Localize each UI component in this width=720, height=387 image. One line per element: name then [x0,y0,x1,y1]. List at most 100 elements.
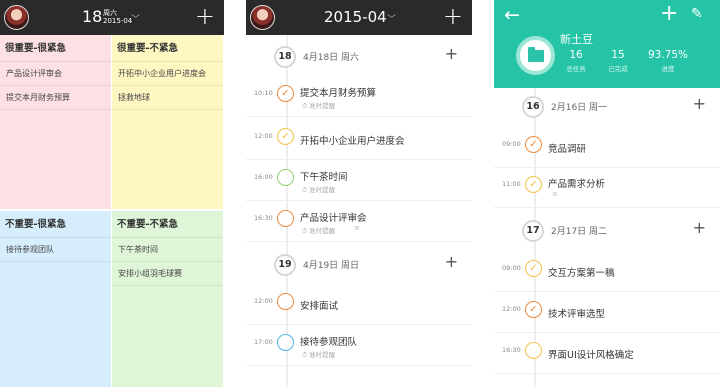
task-row[interactable]: 09:00 ✓ 交互方案第一稿 [494,252,720,292]
avatar[interactable] [4,5,29,30]
quadrant-title: 很重要-不紧急 [112,35,223,62]
reminder-label: ⏱ 准时提醒 [302,351,336,359]
task-time: 09:00 [502,140,521,148]
task-checkbox[interactable] [277,169,294,186]
task-checkbox[interactable]: ✓ [277,85,294,102]
project-name: 新土豆 [560,33,593,46]
list-item[interactable]: 产品设计评审会 [0,62,111,86]
task-checkbox[interactable]: ✓ [525,176,542,193]
note-icon: ≡ [354,224,360,232]
reminder-label: ⏱ 准时提醒 [302,227,336,235]
add-task-button[interactable]: + [660,2,678,26]
reminder-label: ⏱ 准时提醒 [302,186,336,194]
list-item[interactable]: 开拓中小企业用户进度会 [112,62,223,86]
list-item[interactable]: 下午茶时间 [112,238,223,262]
task-title: 产品设计评审会 [300,213,367,224]
chevron-down-icon[interactable]: ﹀ [131,12,140,25]
reminder-label: ⏱ 准时提醒 [302,102,336,110]
day-number: 18 [274,46,296,68]
list-item[interactable]: 提交本月财务预算 [0,86,111,110]
stat-progress: 93.75% 进度 [647,49,689,73]
stat-total: 16 总任务 [566,49,586,73]
task-row[interactable]: 12:00 安排面试 [246,285,472,325]
quadrant-important-urgent[interactable]: 很重要-很紧急 产品设计评审会 提交本月财务预算 [0,35,111,209]
task-title: 下午茶时间 [300,172,348,183]
task-row[interactable]: 12:00 ✓ 开拓中小企业用户进度会 [246,120,472,160]
quadrant-not-important-urgent[interactable]: 不重要-很紧急 接待参观团队 [0,209,111,387]
day-header: 18 4月18日 周六 + [246,42,472,70]
list-item[interactable]: 安排小组羽毛球赛 [112,262,223,286]
add-day-task-button[interactable]: + [445,44,458,63]
day-number: 16 [522,96,544,118]
task-time: 09:00 [502,264,521,272]
add-task-button[interactable]: + [443,4,463,28]
task-checkbox[interactable] [277,210,294,227]
day-label: 2月17日 周二 [551,227,608,237]
folder-icon [516,36,555,75]
task-row[interactable]: 17:00 接待参观团队 ⏱ 准时提醒 [246,326,472,366]
task-time: 11:00 [502,180,521,188]
task-checkbox[interactable]: ✓ [525,301,542,318]
task-checkbox[interactable] [277,293,294,310]
task-time: 16:30 [502,346,521,354]
task-time: 16:00 [254,173,273,181]
edit-icon[interactable]: ✎ [691,6,703,22]
task-title: 技术评审选型 [548,309,606,320]
task-title: 竞品调研 [548,144,587,155]
task-time: 12:00 [502,305,521,313]
page-title: 2015-04 [324,8,387,26]
task-row[interactable]: 10:10 ✓ 提交本月财务预算 ⏱ 准时提醒 [246,77,472,117]
divider [111,35,112,387]
task-row[interactable]: 12:00 ✓ 技术评审选型 [494,293,720,333]
task-time: 12:00 [254,132,273,140]
day-header: 16 2月16日 周一 + [494,92,720,120]
task-row[interactable]: 11:00 ✓ 产品需求分析 ≡ [494,168,720,208]
list-item[interactable]: 接待参观团队 [0,238,111,262]
task-checkbox[interactable]: ✓ [277,128,294,145]
task-time: 10:10 [254,89,273,97]
task-row[interactable]: 09:00 ✓ 竞品调研 [494,128,720,168]
quadrant-title: 很重要-很紧急 [0,35,111,62]
quadrant-important-not-urgent[interactable]: 很重要-不紧急 开拓中小企业用户进度会 拯救地球 [112,35,223,209]
task-time: 12:00 [254,297,273,305]
day-number: 19 [274,254,296,276]
task-title: 提交本月财务预算 [300,88,377,99]
day-label: 4月19日 周日 [303,261,360,271]
task-row[interactable]: 16:30 产品设计评审会 ⏱ 准时提醒 ≡ [246,202,472,242]
task-time: 16:30 [254,214,273,222]
task-title: 接待参观团队 [300,337,358,348]
quadrant-not-important-not-urgent[interactable]: 不重要-不紧急 下午茶时间 安排小组羽毛球赛 [112,209,223,387]
weekday-label: 周六 2015-04 [103,9,133,25]
task-checkbox[interactable]: ✓ [525,136,542,153]
task-checkbox[interactable]: ✓ [525,260,542,277]
task-title: 安排面试 [300,301,339,312]
task-row[interactable]: 16:00 下午茶时间 ⏱ 准时提醒 [246,161,472,201]
avatar[interactable] [250,5,275,30]
day-number: 17 [522,220,544,242]
top-bar: 18 周六 2015-04 ﹀ + [0,0,224,35]
add-task-button[interactable]: + [195,4,215,28]
list-item[interactable]: 拯救地球 [112,86,223,110]
add-day-task-button[interactable]: + [445,252,458,271]
task-title: 产品需求分析 [548,179,606,190]
timeline-screen: 2015-04 ﹀ + 18 4月18日 周六 + 10:10 ✓ 提交本月财务… [246,0,472,387]
add-day-task-button[interactable]: + [693,218,706,237]
day-header: 19 4月19日 周日 + [246,250,472,278]
chevron-down-icon[interactable]: ﹀ [387,12,396,25]
back-arrow-icon[interactable]: ← [504,4,520,26]
day-header: 17 2月17日 周二 + [494,216,720,244]
task-title: 界面UI设计风格确定 [548,350,634,361]
quadrant-title: 不重要-不紧急 [112,211,223,238]
quadrant-title: 不重要-很紧急 [0,211,111,238]
project-header: ← + ✎ 新土豆 16 总任务 15 已完成 93.75% 进度 [494,0,720,88]
stat-done: 15 已完成 [608,49,628,73]
task-checkbox[interactable] [277,334,294,351]
task-row[interactable]: 16:30 界面UI设计风格确定 [494,334,720,374]
add-day-task-button[interactable]: + [693,94,706,113]
top-bar: 2015-04 ﹀ + [246,0,472,35]
task-time: 17:00 [254,338,273,346]
task-title: 交互方案第一稿 [548,268,615,279]
task-checkbox[interactable] [525,342,542,359]
project-screen: ← + ✎ 新土豆 16 总任务 15 已完成 93.75% 进度 16 2月1… [494,0,720,387]
note-icon: ≡ [552,190,558,198]
